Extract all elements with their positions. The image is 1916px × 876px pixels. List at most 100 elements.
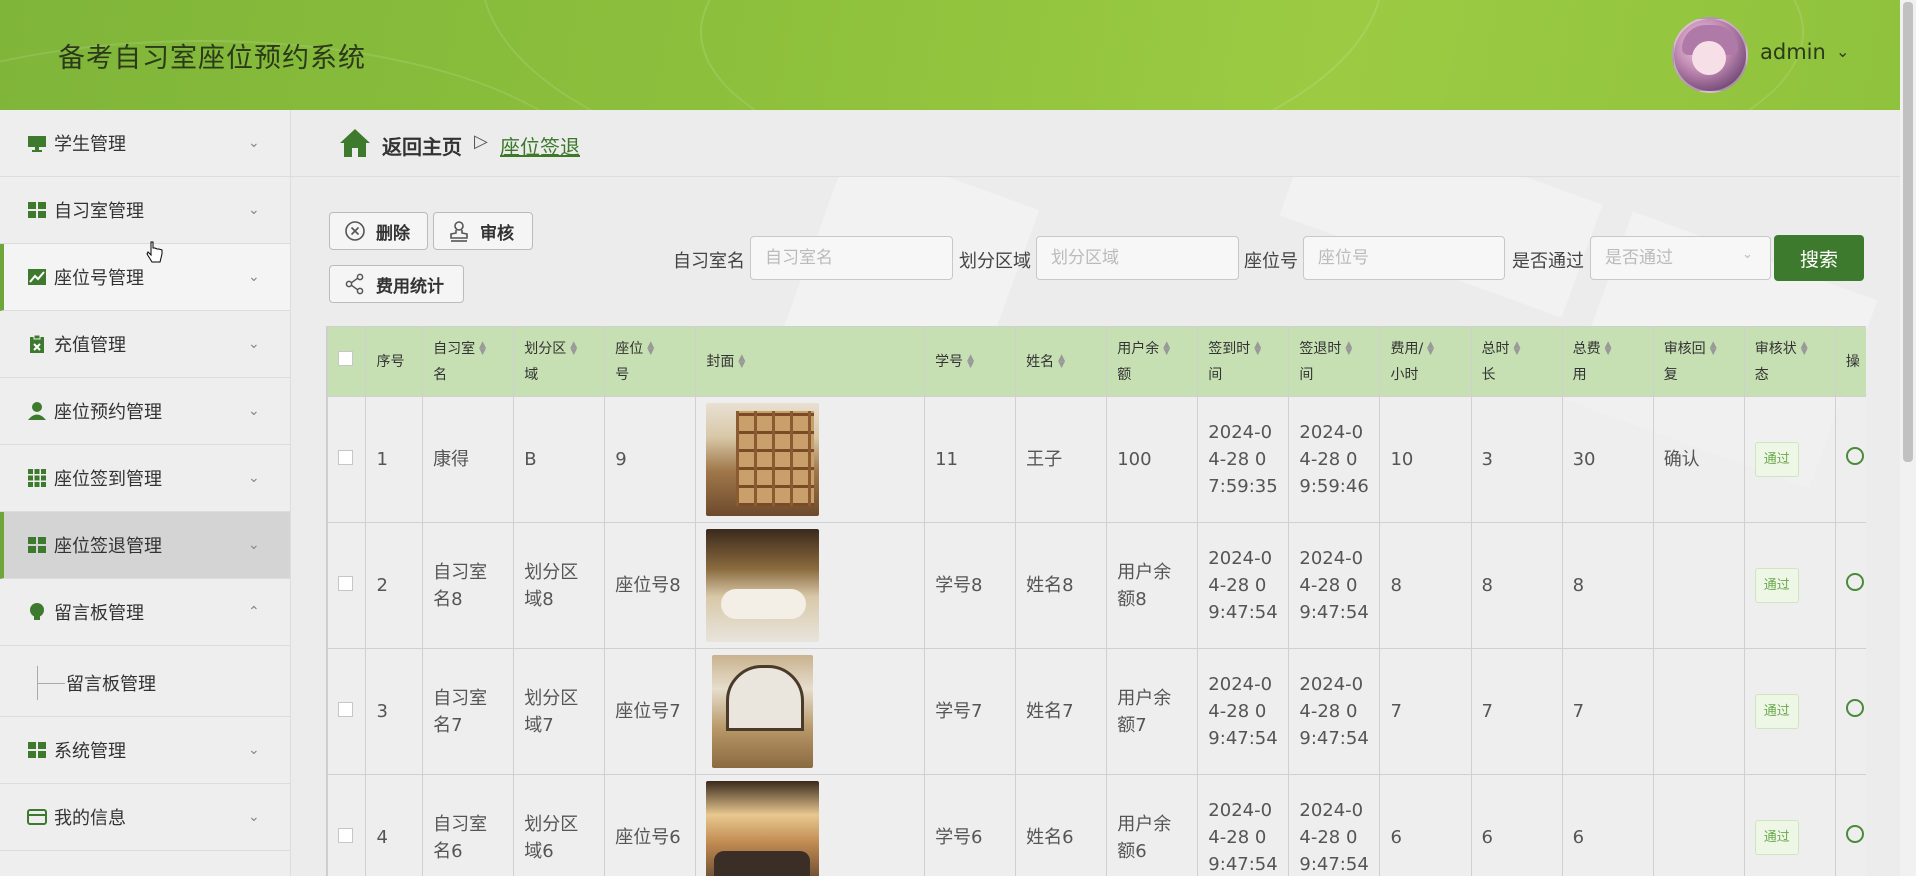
- cover-image[interactable]: [706, 529, 820, 642]
- column-header[interactable]: 姓名 ▲ ▼: [1015, 326, 1108, 397]
- select-all-checkbox[interactable]: [338, 350, 353, 366]
- sidebar-item-rooms[interactable]: 自习室管理 ⌄: [0, 177, 290, 244]
- cover-image[interactable]: [706, 781, 820, 876]
- sort-icon[interactable]: ▲ ▼: [738, 353, 745, 369]
- column-header[interactable]: 总时 ▲ ▼ 长: [1470, 326, 1563, 397]
- user-name[interactable]: admin: [1760, 40, 1826, 64]
- column-title: 用户余: [1117, 340, 1160, 357]
- cell-total: 6: [1561, 774, 1654, 876]
- column-title: 态: [1754, 366, 1769, 383]
- sidebar-item-profile[interactable]: 我的信息 ⌄: [0, 784, 290, 851]
- row-checkbox[interactable]: [338, 828, 353, 843]
- sort-icon[interactable]: ▲ ▼: [479, 340, 486, 356]
- cell-checkout: 2024-04-28 09:47:54: [1288, 522, 1381, 649]
- avatar[interactable]: [1672, 17, 1748, 93]
- chevron-down-icon: ⌄: [248, 537, 260, 553]
- sidebar-item-system[interactable]: 系统管理 ⌄: [0, 717, 290, 784]
- sidebar-item-label: 学生管理: [54, 134, 126, 155]
- cell-balance: 100: [1106, 396, 1199, 523]
- stamp-icon: [450, 221, 468, 242]
- sort-icon[interactable]: ▲ ▼: [1163, 340, 1170, 356]
- room-name-label: 自习室名: [673, 251, 745, 272]
- grid-9-icon: [28, 469, 46, 487]
- column-title: 座位: [615, 340, 644, 357]
- sort-icon[interactable]: ▲ ▼: [1058, 353, 1065, 369]
- row-select-cell[interactable]: [327, 648, 367, 775]
- cell-hours: 6: [1470, 774, 1563, 876]
- sort-icon[interactable]: ▲ ▼: [647, 340, 654, 356]
- row-checkbox[interactable]: [338, 702, 353, 717]
- column-header[interactable]: 总费 ▲ ▼ 用: [1561, 326, 1654, 397]
- row-select-cell[interactable]: [327, 396, 367, 523]
- column-header[interactable]: 学号 ▲ ▼: [924, 326, 1017, 397]
- column-header[interactable]: 费用/▲ ▼ 小时: [1379, 326, 1472, 397]
- sort-icon[interactable]: ▲ ▼: [1427, 340, 1434, 356]
- row-checkbox[interactable]: [338, 450, 353, 465]
- cover-image[interactable]: [706, 403, 820, 516]
- view-detail-icon[interactable]: [1845, 573, 1864, 591]
- scrollbar-thumb[interactable]: [1903, 2, 1913, 462]
- sort-icon[interactable]: ▲ ▼: [570, 340, 577, 356]
- sidebar-item-messages[interactable]: 留言板管理 ⌃: [0, 579, 290, 646]
- sort-icon[interactable]: ▲ ▼: [1605, 340, 1612, 356]
- sort-icon[interactable]: ▲ ▼: [1801, 340, 1808, 356]
- view-detail-icon[interactable]: [1845, 825, 1864, 843]
- column-title: 间: [1208, 366, 1223, 383]
- column-header[interactable]: 签到时 ▲ ▼ 间: [1197, 326, 1290, 397]
- cell-room: 自习室名7: [422, 648, 515, 775]
- bulb-icon: [30, 603, 44, 620]
- sidebar-item-seats[interactable]: 座位号管理 ⌄: [0, 244, 290, 311]
- sidebar-item-label: 自习室管理: [54, 201, 144, 222]
- column-header[interactable]: 签退时 ▲ ▼ 间: [1288, 326, 1381, 397]
- column-header[interactable]: 用户余 ▲ ▼ 额: [1106, 326, 1199, 397]
- cell-name: 姓名8: [1015, 522, 1108, 649]
- column-header[interactable]: 审核状 ▲ ▼ 态: [1743, 326, 1836, 397]
- column-title: 域: [524, 366, 539, 383]
- search-button[interactable]: 搜索: [1774, 235, 1864, 281]
- sort-icon[interactable]: ▲ ▼: [1345, 340, 1352, 356]
- page-scrollbar[interactable]: [1900, 0, 1916, 876]
- seat-input[interactable]: [1303, 236, 1505, 280]
- delete-button[interactable]: 删除: [329, 212, 428, 250]
- fee-stats-button[interactable]: 费用统计: [329, 265, 464, 303]
- column-header[interactable]: 划分区 ▲ ▼ 域: [513, 326, 606, 397]
- breadcrumb-home-link[interactable]: 返回主页: [382, 131, 462, 160]
- review-button[interactable]: 审核: [433, 212, 533, 250]
- row-select-cell[interactable]: [327, 774, 367, 876]
- header-decoration: [700, 0, 1804, 110]
- select-all-cell[interactable]: [327, 326, 367, 397]
- sidebar-subitem-messages[interactable]: 留言板管理: [0, 646, 290, 717]
- view-detail-icon[interactable]: [1845, 447, 1864, 465]
- area-input[interactable]: [1036, 236, 1239, 280]
- column-title: 自习室: [433, 340, 476, 357]
- cover-image[interactable]: [712, 655, 814, 768]
- column-header[interactable]: 座位 ▲ ▼ 号: [604, 326, 697, 397]
- row-select-cell[interactable]: [327, 522, 367, 649]
- sidebar-item-recharge[interactable]: 充值管理 ⌄: [0, 311, 290, 378]
- column-header[interactable]: 审核回 ▲ ▼ 复: [1652, 326, 1745, 397]
- breadcrumb-current[interactable]: 座位签退: [500, 131, 580, 160]
- monitor-icon: [28, 136, 46, 152]
- sidebar-item-students[interactable]: 学生管理 ⌄: [0, 110, 290, 177]
- sort-icon[interactable]: ▲ ▼: [1710, 340, 1717, 356]
- view-detail-icon[interactable]: [1845, 699, 1864, 717]
- cell-area: 划分区域6: [513, 774, 606, 876]
- column-header[interactable]: 自习室 ▲ ▼ 名: [422, 326, 515, 397]
- sidebar-item-checkout[interactable]: 座位签退管理 ⌄: [0, 512, 290, 579]
- room-name-input[interactable]: [750, 236, 953, 280]
- cell-name: 姓名7: [1015, 648, 1108, 775]
- sort-icon[interactable]: ▲ ▼: [1514, 340, 1521, 356]
- column-title: 审核回: [1663, 340, 1706, 357]
- sidebar-item-reservations[interactable]: 座位预约管理 ⌄: [0, 378, 290, 445]
- sort-icon[interactable]: ▲ ▼: [967, 353, 974, 369]
- home-icon[interactable]: [339, 128, 371, 158]
- row-checkbox[interactable]: [338, 576, 353, 591]
- chevron-down-icon[interactable]: ⌄: [1836, 42, 1849, 61]
- sort-icon[interactable]: ▲ ▼: [1254, 340, 1261, 356]
- app-title: 备考自习室座位预约系统: [58, 43, 366, 74]
- status-badge: 通过: [1754, 442, 1799, 477]
- column-header[interactable]: 封面 ▲ ▼: [695, 326, 926, 397]
- sidebar-item-checkin[interactable]: 座位签到管理 ⌄: [0, 445, 290, 512]
- cell-student-id: 学号6: [924, 774, 1017, 876]
- chevron-down-icon: ⌄: [248, 269, 260, 285]
